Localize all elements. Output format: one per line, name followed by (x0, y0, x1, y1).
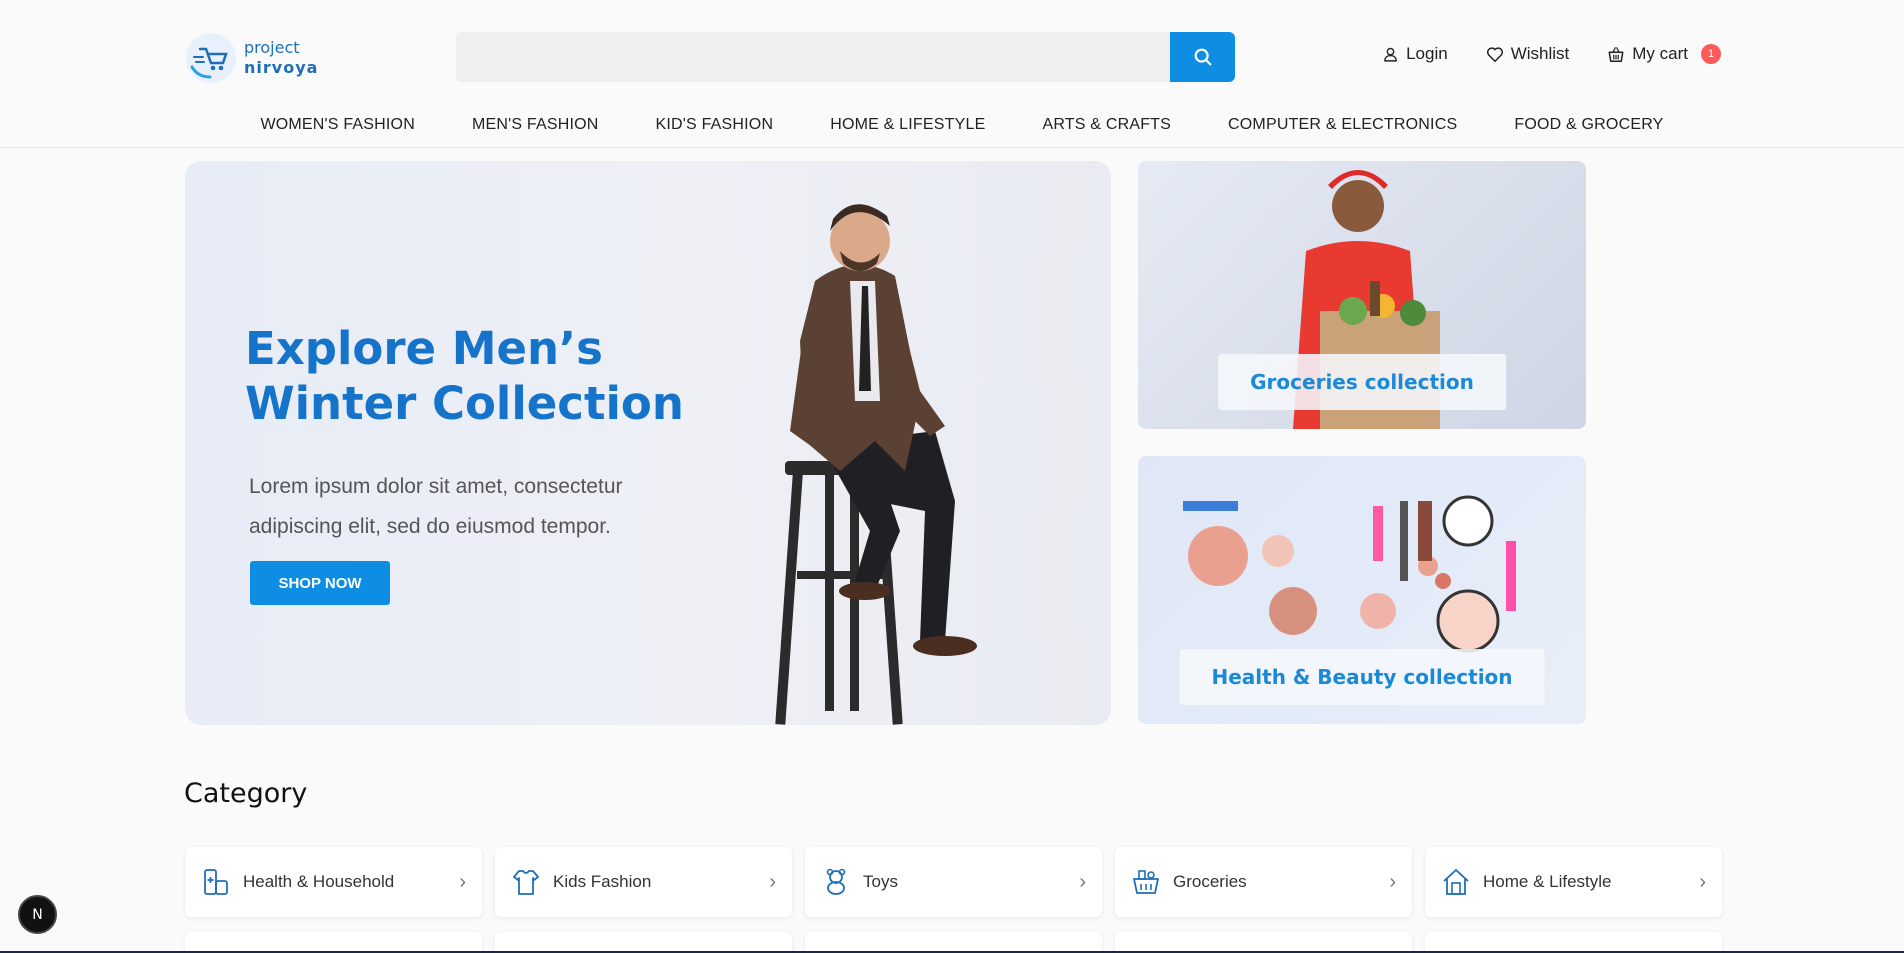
category-label: Health & Household (243, 872, 395, 891)
chevron-right-icon: › (1389, 870, 1396, 893)
category-item-partial[interactable] (185, 932, 482, 953)
promo-groceries[interactable]: Groceries collection (1138, 161, 1586, 429)
category-list: Health & Household › Kids Fashion › Toys… (185, 847, 1722, 917)
chevron-right-icon: › (459, 870, 466, 893)
search-input[interactable] (456, 32, 1170, 82)
home-lifestyle-icon (1441, 867, 1471, 897)
hero-banner: Explore Men’s Winter Collection Lorem ip… (185, 161, 1111, 725)
category-item-health-household[interactable]: Health & Household › (185, 847, 482, 917)
nav-item-kids-fashion[interactable]: KID'S FASHION (656, 116, 774, 134)
user-icon (1384, 47, 1397, 62)
category-label: Toys (863, 872, 898, 891)
category-item-groceries[interactable]: Groceries › (1115, 847, 1412, 917)
logo-line-1: project (244, 38, 300, 57)
hero-text: Lorem ipsum dolor sit amet, consectetur … (249, 475, 623, 538)
search-button[interactable] (1170, 32, 1235, 82)
category-item-toys[interactable]: Toys › (805, 847, 1102, 917)
nav-item-computer-electronics[interactable]: COMPUTER & ELECTRONICS (1228, 116, 1457, 134)
category-label: Groceries (1173, 872, 1247, 891)
site-header: project nirvoya Login Wishlist My cart 1… (0, 0, 1904, 148)
category-heading: Category (184, 778, 308, 809)
promo-health-beauty[interactable]: Health & Beauty collection (1138, 456, 1586, 724)
category-item-partial[interactable] (495, 932, 792, 953)
cart-link[interactable]: My cart 1 (1607, 44, 1721, 64)
logo-icon (186, 33, 236, 83)
nav-item-womens-fashion[interactable]: WOMEN'S FASHION (260, 116, 415, 134)
category-item-partial[interactable] (805, 932, 1102, 953)
logo[interactable]: project nirvoya (186, 30, 318, 86)
header-actions: Login Wishlist My cart 1 (1382, 44, 1721, 64)
hero-model-image (775, 204, 977, 725)
basket-icon (1608, 46, 1624, 62)
main-nav: WOMEN'S FASHION MEN'S FASHION KID'S FASH… (0, 116, 1904, 134)
nav-item-mens-fashion[interactable]: MEN'S FASHION (472, 116, 599, 134)
category-item-home-lifestyle[interactable]: Home & Lifestyle › (1425, 847, 1722, 917)
logo-text: project nirvoya (244, 38, 318, 78)
chevron-right-icon: › (769, 870, 776, 893)
chevron-right-icon: › (1699, 870, 1706, 893)
category-item-partial[interactable] (1425, 932, 1722, 953)
wishlist-label: Wishlist (1510, 44, 1570, 63)
promo-health-beauty-label: Health & Beauty collection (1179, 649, 1545, 705)
logo-line-2: nirvoya (244, 58, 319, 77)
login-label: Login (1406, 44, 1448, 63)
category-item-kids-fashion[interactable]: Kids Fashion › (495, 847, 792, 917)
cart-count-badge: 1 (1701, 44, 1721, 64)
chevron-right-icon: › (1079, 870, 1086, 893)
heart-icon (1486, 46, 1503, 62)
category-label: Kids Fashion (553, 872, 652, 891)
health-household-icon (201, 867, 231, 897)
nextjs-dev-indicator-button[interactable]: N (18, 895, 57, 934)
search-icon (1194, 48, 1211, 66)
search-bar (456, 32, 1235, 82)
login-link[interactable]: Login (1382, 44, 1448, 64)
category-list-row-2 (185, 932, 1722, 953)
cart-label: My cart (1632, 44, 1688, 63)
kids-fashion-icon (511, 867, 541, 897)
nav-item-arts-crafts[interactable]: ARTS & CRAFTS (1042, 116, 1171, 134)
shop-now-button[interactable]: SHOP NOW (250, 561, 390, 605)
promo-groceries-label: Groceries collection (1218, 354, 1506, 410)
category-item-partial[interactable] (1115, 932, 1412, 953)
wishlist-link[interactable]: Wishlist (1486, 44, 1570, 64)
nav-item-food-grocery[interactable]: FOOD & GROCERY (1514, 116, 1663, 134)
hero-title: Explore Men’s Winter Collection (245, 322, 684, 430)
toys-icon (821, 867, 851, 897)
groceries-icon (1131, 867, 1161, 897)
category-label: Home & Lifestyle (1483, 872, 1612, 891)
nav-item-home-lifestyle[interactable]: HOME & LIFESTYLE (830, 116, 985, 134)
